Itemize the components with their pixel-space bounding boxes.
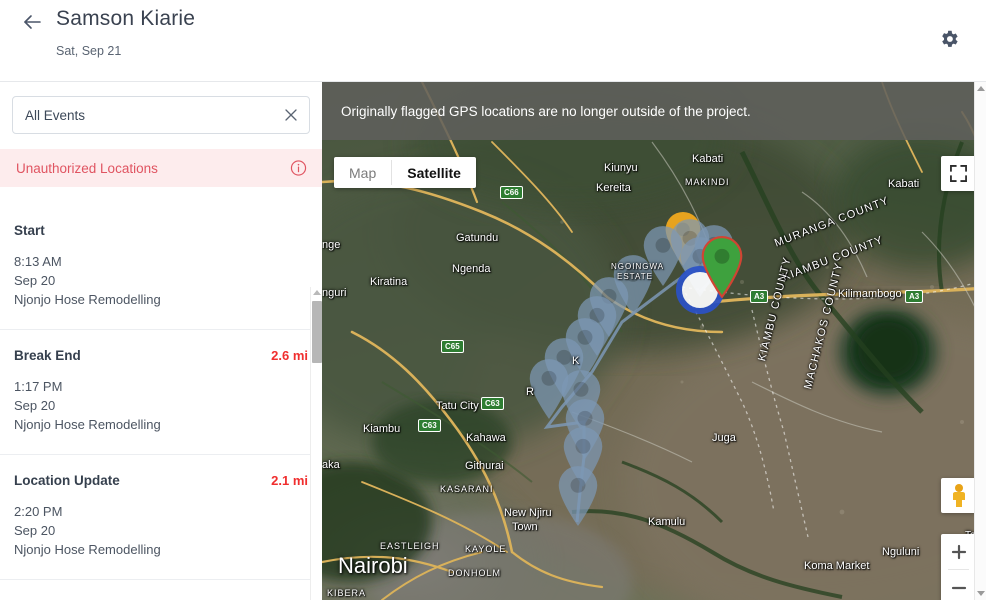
event-type: Location Update: [14, 473, 120, 488]
map-type-map-button[interactable]: Map: [334, 157, 391, 188]
event-filter-value: All Events: [25, 107, 86, 123]
info-circle-icon[interactable]: [290, 160, 307, 177]
event-time: 8:13 AM: [14, 254, 62, 269]
zoom-in-button[interactable]: [941, 534, 976, 569]
zoom-out-button[interactable]: [941, 570, 976, 600]
page-date-subtitle: Sat, Sep 21: [56, 44, 122, 58]
unauthorized-locations-label: Unauthorized Locations: [16, 160, 158, 176]
event-date: Sep 20: [14, 273, 56, 288]
event-distance: 2.6 mi: [271, 348, 308, 363]
scroll-down-arrow-icon[interactable]: [977, 591, 985, 596]
event-header: Location Update 2.1 mi: [14, 473, 308, 488]
filter-container: All Events: [0, 82, 322, 134]
event-list[interactable]: Start 8:13 AM Sep 20 Njonjo Hose Remodel…: [0, 205, 322, 600]
event-filter-select[interactable]: All Events: [12, 96, 310, 134]
event-time: 1:17 PM: [14, 379, 63, 394]
list-item[interactable]: Location Update 2.1 mi 2:20 PM Sep 20 Nj…: [0, 455, 322, 580]
arrow-left-icon[interactable]: [20, 10, 44, 34]
scroll-up-arrow-icon[interactable]: [313, 290, 321, 295]
unauthorized-locations-banner[interactable]: Unauthorized Locations: [0, 149, 322, 187]
event-header: Start: [14, 223, 308, 238]
event-project: Njonjo Hose Remodelling: [14, 417, 161, 432]
event-date: Sep 20: [14, 398, 56, 413]
gps-flag-banner-text: Originally flagged GPS locations are no …: [341, 103, 751, 119]
map-type-satellite-button[interactable]: Satellite: [392, 157, 476, 188]
page-title: Samson Kiarie: [56, 7, 196, 30]
street-view-pegman-icon[interactable]: [941, 478, 976, 513]
close-icon[interactable]: [284, 108, 298, 122]
zoom-controls[interactable]: [941, 534, 976, 600]
page-scrollbar-vertical[interactable]: [974, 82, 986, 600]
gear-icon[interactable]: [938, 28, 960, 50]
scrollbar-thumb[interactable]: [312, 301, 322, 363]
sidebar-scrollbar[interactable]: [310, 287, 322, 600]
page-header: Samson Kiarie Sat, Sep 21: [0, 0, 986, 82]
event-project: Njonjo Hose Remodelling: [14, 542, 161, 557]
events-sidebar: All Events Unauthorized Locations Start …: [0, 82, 322, 600]
event-time: 2:20 PM: [14, 504, 63, 519]
event-date: Sep 20: [14, 523, 56, 538]
list-item[interactable]: Start 8:13 AM Sep 20 Njonjo Hose Remodel…: [0, 205, 322, 330]
event-project: Njonjo Hose Remodelling: [14, 292, 161, 307]
event-header: Break End 2.6 mi: [14, 348, 308, 363]
event-type: Break End: [14, 348, 81, 363]
list-item[interactable]: Break End 2.6 mi 1:17 PM Sep 20 Njonjo H…: [0, 330, 322, 455]
scroll-up-arrow-icon[interactable]: [977, 86, 985, 91]
fullscreen-icon[interactable]: [941, 156, 976, 191]
event-distance: 2.1 mi: [271, 473, 308, 488]
gps-tracking-page: Samson Kiarie Sat, Sep 21 All Events Una…: [0, 0, 986, 600]
event-type: Start: [14, 223, 45, 238]
map-type-toggle[interactable]: Map Satellite: [334, 157, 476, 188]
map-panel[interactable]: Kiunyu Kabati MAKINDI Kabati Kereita Gatundu N…: [322, 82, 986, 600]
gps-flag-banner: Originally flagged GPS locations are no …: [322, 82, 986, 140]
